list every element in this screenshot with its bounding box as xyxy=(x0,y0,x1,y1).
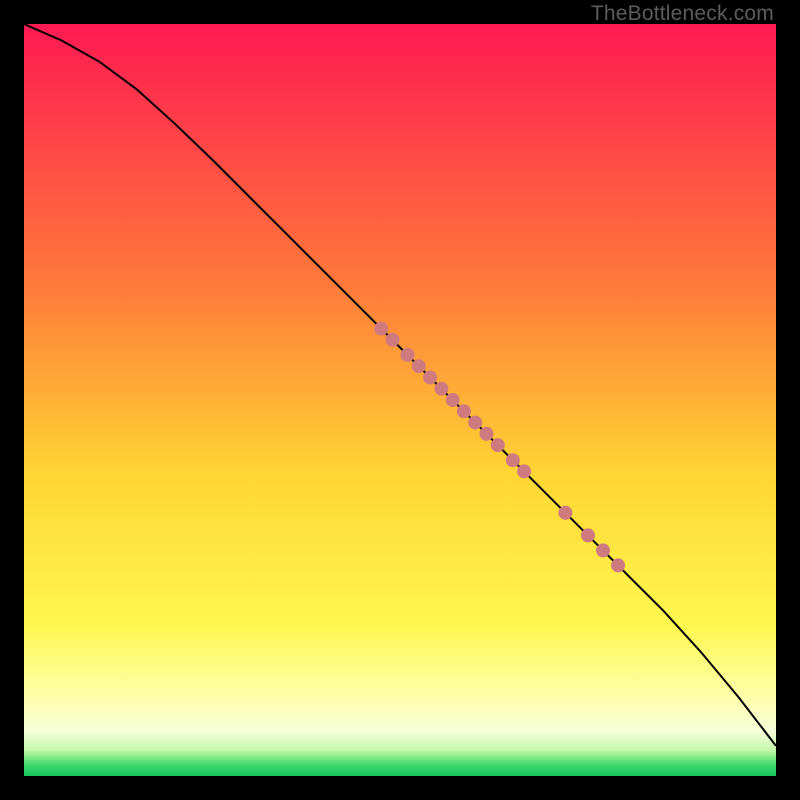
data-point xyxy=(457,404,471,418)
data-point xyxy=(480,427,494,441)
chart-frame xyxy=(24,24,776,776)
chart-background xyxy=(24,24,776,776)
data-point xyxy=(401,348,415,362)
data-point xyxy=(506,453,520,467)
data-point xyxy=(386,333,400,347)
data-point xyxy=(596,543,610,557)
data-point xyxy=(581,528,595,542)
data-point xyxy=(423,370,437,384)
watermark-text: TheBottleneck.com xyxy=(591,2,774,26)
data-point xyxy=(558,506,572,520)
data-point xyxy=(446,393,460,407)
data-point xyxy=(412,359,426,373)
data-point xyxy=(434,382,448,396)
data-point xyxy=(468,416,482,430)
data-point xyxy=(374,322,388,336)
data-point xyxy=(517,464,531,478)
chart-plot xyxy=(24,24,776,776)
data-point xyxy=(491,438,505,452)
data-point xyxy=(611,558,625,572)
